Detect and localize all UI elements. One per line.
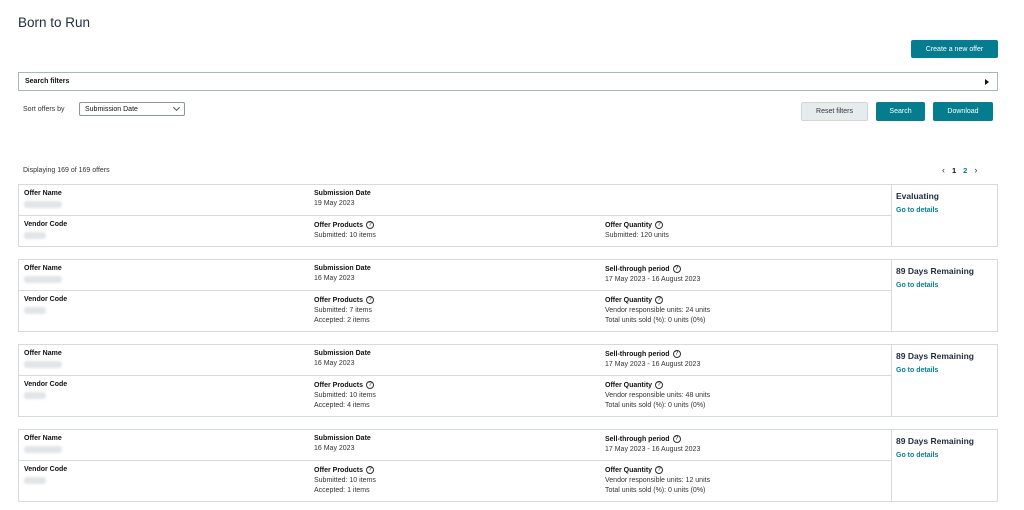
vendor-responsible-units: Vendor responsible units: 24 units xyxy=(605,307,711,314)
search-button[interactable]: Search xyxy=(876,102,925,121)
submission-date-label: Submission Date xyxy=(314,190,371,197)
offer-card: Offer Name Submission Date 16 May 2023 S… xyxy=(18,429,998,502)
page-title: Born to Run xyxy=(18,15,91,30)
results-count: Displaying 169 of 169 offers xyxy=(23,167,110,174)
offer-name-label: Offer Name xyxy=(24,190,62,197)
offer-quantity-label: Offer Quantity xyxy=(605,221,653,229)
total-units-sold: Total units sold (%): 0 units (0%) xyxy=(605,317,706,324)
sell-through-value: 17 May 2023 - 16 August 2023 xyxy=(605,361,701,368)
offer-status: 89 Days Remaining xyxy=(896,351,974,361)
offer-products-label: Offer Products xyxy=(314,221,364,229)
vendor-responsible-units: Vendor responsible units: 12 units xyxy=(605,477,711,484)
go-to-details-link[interactable]: Go to details xyxy=(896,282,993,289)
offer-products-label: Offer Products xyxy=(314,296,364,304)
offer-card: Offer Name Submission Date 16 May 2023 S… xyxy=(18,344,998,417)
vendor-code-label: Vendor Code xyxy=(24,296,68,303)
question-circle-icon[interactable]: ? xyxy=(672,265,681,273)
vendor-code-value xyxy=(24,307,46,314)
question-circle-icon[interactable]: ? xyxy=(655,296,664,304)
pagination: ‹ 1 2 › xyxy=(942,165,977,175)
offer-status: 89 Days Remaining xyxy=(896,266,974,276)
vendor-code-value xyxy=(24,477,46,484)
submission-date-label: Submission Date xyxy=(314,350,371,357)
offer-name-value xyxy=(24,276,62,283)
question-circle-icon[interactable]: ? xyxy=(672,435,681,443)
sort-select[interactable]: Submission Date xyxy=(79,102,185,116)
page-1-link[interactable]: 1 xyxy=(952,166,956,175)
offer-quantity-label: Offer Quantity xyxy=(605,466,653,474)
offer-card: Offer Name Submission Date 19 May 2023 V… xyxy=(18,184,998,247)
sell-through-value: 17 May 2023 - 16 August 2023 xyxy=(605,446,701,453)
search-filters-label: Search filters xyxy=(25,78,70,85)
go-to-details-link[interactable]: Go to details xyxy=(896,367,993,374)
products-submitted: Submitted: 10 items xyxy=(314,392,376,399)
question-circle-icon[interactable]: ? xyxy=(672,350,681,358)
sort-select-value: Submission Date xyxy=(85,105,138,113)
vendor-code-value xyxy=(24,392,46,399)
offer-products-label: Offer Products xyxy=(314,466,364,474)
create-offer-button[interactable]: Create a new offer xyxy=(911,40,998,58)
vendor-code-label: Vendor Code xyxy=(24,221,68,228)
submission-date-value: 16 May 2023 xyxy=(314,360,355,367)
sell-through-value: 17 May 2023 - 16 August 2023 xyxy=(605,276,701,283)
question-circle-icon[interactable]: ? xyxy=(366,466,375,474)
sell-through-label: Sell-through period xyxy=(605,350,670,358)
go-to-details-link[interactable]: Go to details xyxy=(896,207,993,214)
quantity-submitted: Submitted: 120 units xyxy=(605,232,669,239)
question-circle-icon[interactable]: ? xyxy=(655,466,664,474)
products-accepted: Accepted: 1 items xyxy=(314,487,370,494)
sell-through-label: Sell-through period xyxy=(605,265,670,273)
offer-card: Offer Name Submission Date 16 May 2023 S… xyxy=(18,259,998,332)
question-circle-icon[interactable]: ? xyxy=(366,221,375,229)
chevron-left-icon[interactable]: ‹ xyxy=(942,165,945,175)
sort-label: Sort offers by xyxy=(23,106,65,113)
question-circle-icon[interactable]: ? xyxy=(655,381,664,389)
products-accepted: Accepted: 2 items xyxy=(314,317,370,324)
vendor-code-label: Vendor Code xyxy=(24,466,68,473)
question-circle-icon[interactable]: ? xyxy=(366,296,375,304)
products-submitted: Submitted: 7 items xyxy=(314,307,372,314)
products-submitted: Submitted: 10 items xyxy=(314,232,376,239)
submission-date-label: Submission Date xyxy=(314,265,371,272)
offer-name-label: Offer Name xyxy=(24,265,62,272)
submission-date-value: 19 May 2023 xyxy=(314,200,355,207)
offer-name-value xyxy=(24,361,62,368)
offer-products-label: Offer Products xyxy=(314,381,364,389)
offer-name-label: Offer Name xyxy=(24,350,62,357)
chevron-down-icon xyxy=(172,103,181,112)
chevron-right-icon[interactable]: › xyxy=(974,165,977,175)
go-to-details-link[interactable]: Go to details xyxy=(896,452,993,459)
submission-date-label: Submission Date xyxy=(314,435,371,442)
question-circle-icon[interactable]: ? xyxy=(366,381,375,389)
vendor-code-value xyxy=(24,232,46,239)
submission-date-value: 16 May 2023 xyxy=(314,445,355,452)
products-accepted: Accepted: 4 items xyxy=(314,402,370,409)
offer-name-label: Offer Name xyxy=(24,435,62,442)
question-circle-icon[interactable]: ? xyxy=(655,221,664,229)
search-filters-toggle[interactable]: Search filters xyxy=(18,72,998,91)
total-units-sold: Total units sold (%): 0 units (0%) xyxy=(605,402,706,409)
offer-name-value xyxy=(24,201,62,208)
vendor-code-label: Vendor Code xyxy=(24,381,68,388)
offer-quantity-label: Offer Quantity xyxy=(605,381,653,389)
page-2-link[interactable]: 2 xyxy=(963,166,967,175)
total-units-sold: Total units sold (%): 0 units (0%) xyxy=(605,487,706,494)
offer-quantity-label: Offer Quantity xyxy=(605,296,653,304)
offer-name-value xyxy=(24,446,62,453)
sell-through-label: Sell-through period xyxy=(605,435,670,443)
offer-status: Evaluating xyxy=(896,191,939,201)
triangle-right-icon xyxy=(985,78,989,85)
offer-status: 89 Days Remaining xyxy=(896,436,974,446)
reset-filters-button[interactable]: Reset filters xyxy=(801,102,868,121)
products-submitted: Submitted: 10 items xyxy=(314,477,376,484)
vendor-responsible-units: Vendor responsible units: 48 units xyxy=(605,392,711,399)
download-button[interactable]: Download xyxy=(933,102,993,121)
submission-date-value: 16 May 2023 xyxy=(314,275,355,282)
